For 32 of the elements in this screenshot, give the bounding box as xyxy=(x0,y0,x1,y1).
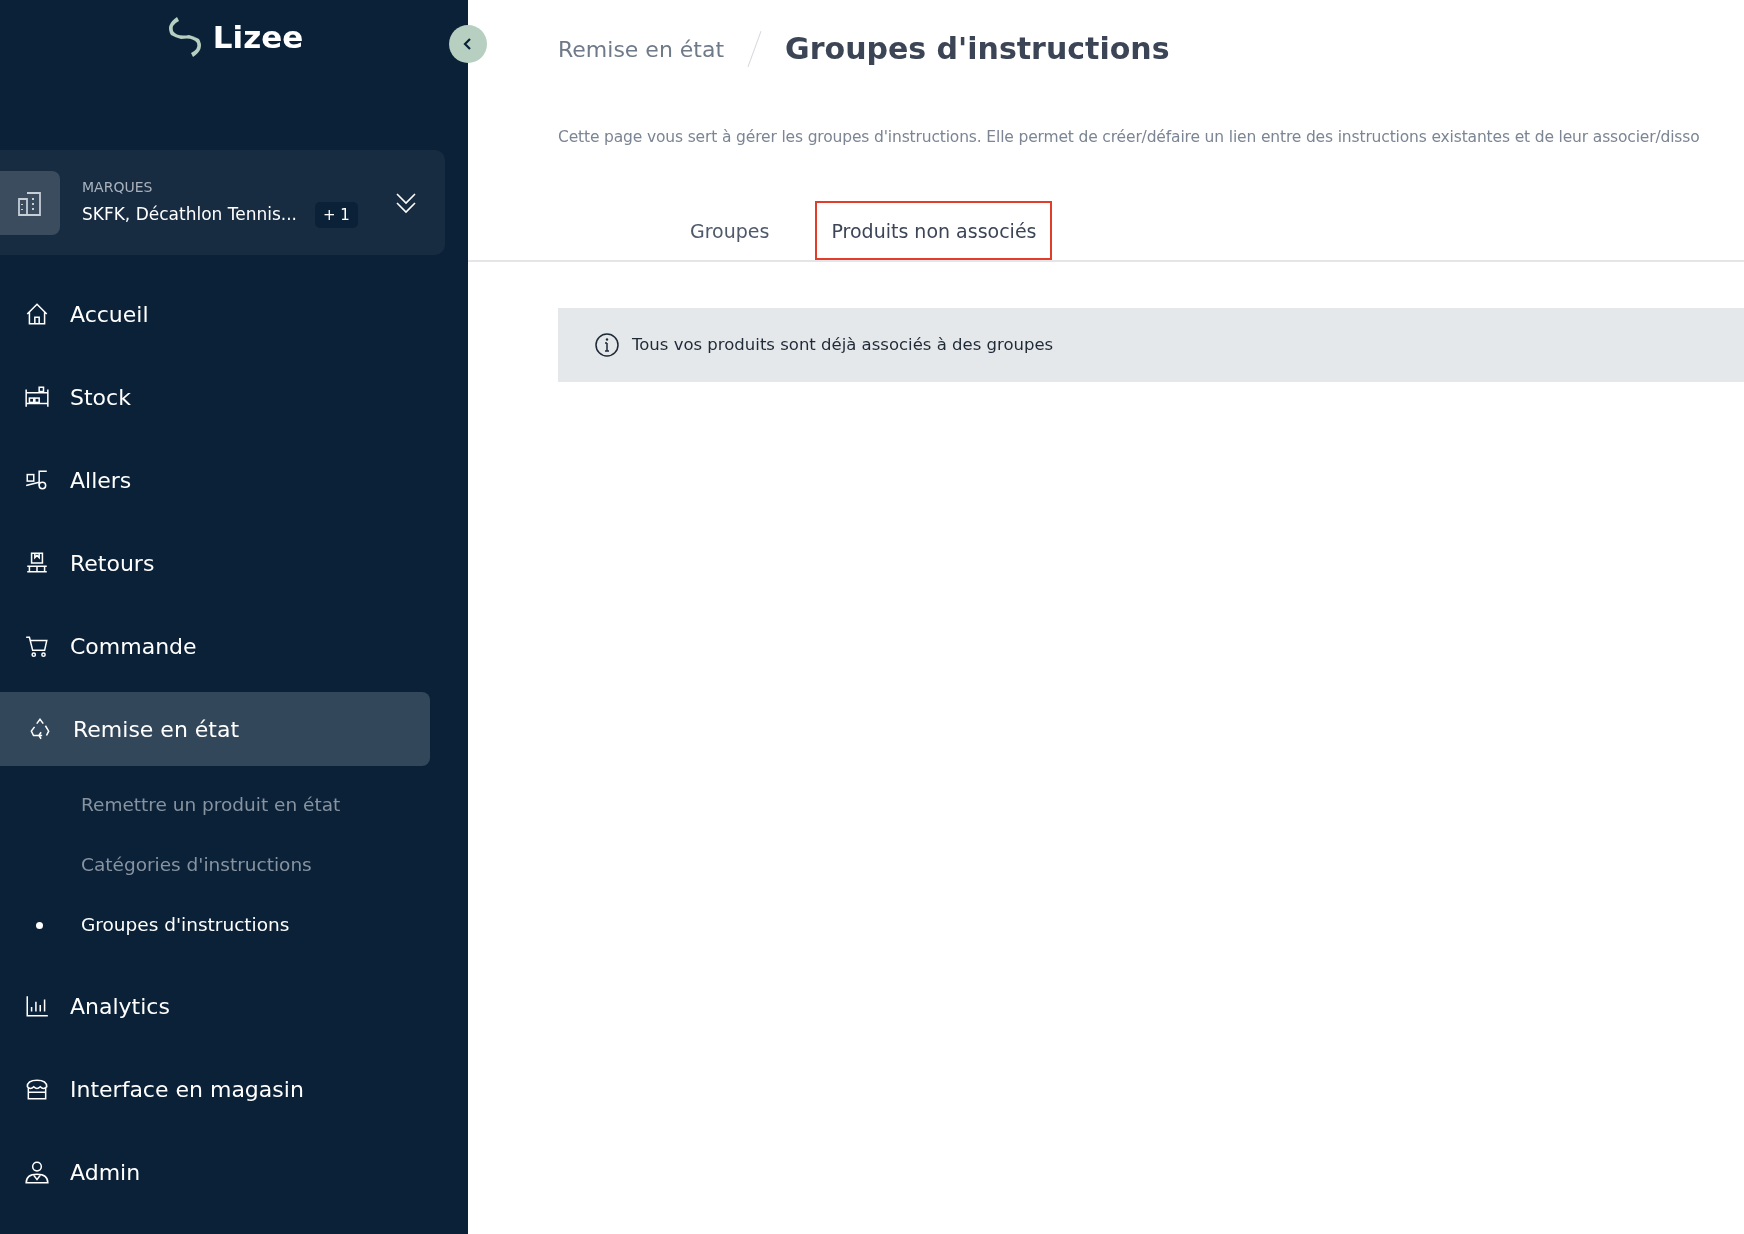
nav-item[interactable]: Analytics xyxy=(0,969,430,1043)
logo-text: Lizee xyxy=(212,17,304,57)
user-icon xyxy=(24,1159,50,1185)
page-description: Cette page vous sert à gérer les groupes d'instructions. Elle permet de créer/défaire un lien entre des instructions existantes et de leur associer/disso xyxy=(558,127,1701,148)
collapse-button[interactable] xyxy=(449,25,487,63)
nav-item[interactable]: Accueil xyxy=(0,277,430,351)
tab[interactable]: Groupes xyxy=(674,201,786,261)
nav-item[interactable]: Retours xyxy=(0,526,430,600)
chevron-left-icon xyxy=(462,37,474,51)
double-chevron-icon xyxy=(395,190,417,215)
brand-label: MARQUES xyxy=(82,177,154,197)
nav-item[interactable]: Commande xyxy=(0,609,430,683)
breadcrumb-link[interactable]: Remise en état xyxy=(558,32,725,66)
tab[interactable]: Produits non associés xyxy=(815,201,1053,261)
nav-item[interactable]: Stock xyxy=(0,360,430,434)
alert-text: Tous vos produits sont déjà associés à des groupes xyxy=(632,333,1054,356)
bar-chart-icon xyxy=(24,993,50,1019)
nav-item[interactable]: Admin xyxy=(0,1135,430,1209)
home-icon xyxy=(24,301,50,327)
nav-subitem[interactable]: Groupes d'instructions xyxy=(0,895,468,955)
nav-item[interactable]: Interface en magasin xyxy=(0,1052,430,1126)
nav-item[interactable]: Remise en état xyxy=(0,692,430,766)
page-title: Groupes d'instructions xyxy=(785,31,1170,67)
nav-subitem[interactable]: Remettre un produit en état xyxy=(0,775,468,835)
brand-value: SKFK, Décathlon Tennis... xyxy=(82,203,298,227)
building-icon xyxy=(0,170,60,235)
nav-subitem[interactable]: Catégories d'instructions xyxy=(0,835,468,895)
count-badge: + 1 xyxy=(315,201,358,229)
info-icon xyxy=(594,332,620,359)
shelf-icon xyxy=(24,384,50,410)
nav-item[interactable]: Allers xyxy=(0,443,430,517)
brand-selector[interactable]: MARQUES SKFK, Décathlon Tennis... + 1 xyxy=(0,150,445,255)
